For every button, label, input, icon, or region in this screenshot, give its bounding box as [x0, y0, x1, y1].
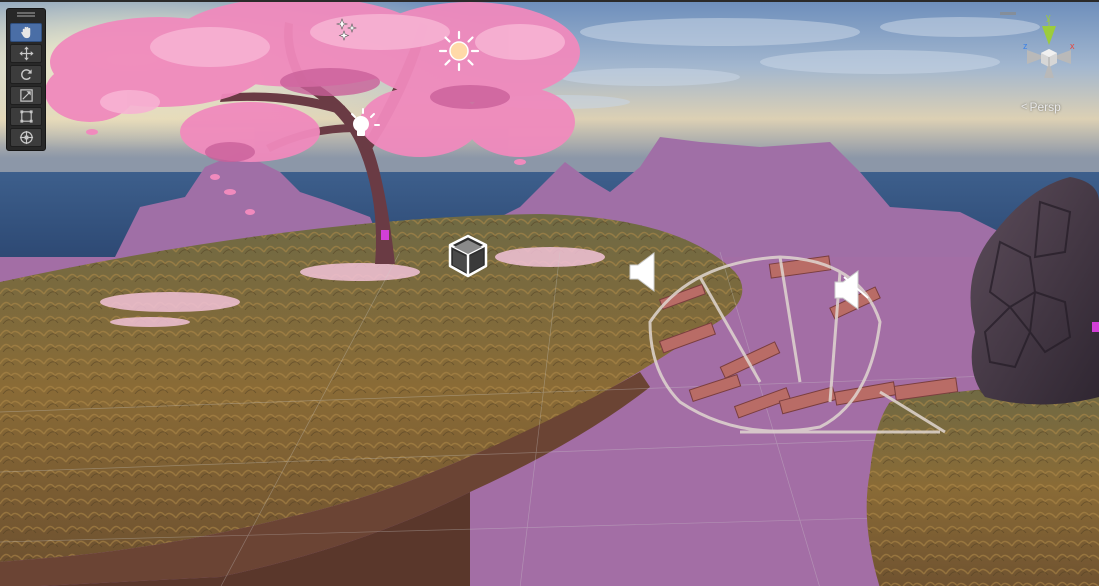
gizmo-y-axis-cone	[1042, 26, 1056, 45]
hand-tool-button[interactable]	[10, 23, 42, 42]
audio-source-icon[interactable]	[626, 250, 658, 294]
move-tool-button[interactable]	[10, 44, 42, 63]
rect-tool-button[interactable]	[10, 107, 42, 126]
point-light-icon[interactable]	[346, 108, 380, 142]
transform-icon	[19, 130, 33, 145]
scene-viewport[interactable]: y x z < Persp	[0, 0, 1099, 586]
rotate-icon	[20, 69, 32, 80]
rotate-tool-button[interactable]	[10, 65, 42, 84]
hand-icon	[20, 26, 30, 39]
scale-icon	[19, 89, 33, 102]
projection-toggle[interactable]: < Persp	[1021, 100, 1061, 114]
move-icon	[18, 46, 34, 61]
scale-tool-button[interactable]	[10, 86, 42, 105]
directional-light-icon[interactable]	[438, 30, 480, 72]
gizmo-z-label: z	[1023, 41, 1028, 51]
orientation-gizmo[interactable]: y x z	[1014, 12, 1084, 92]
transform-tool-button[interactable]	[10, 128, 42, 147]
prefab-cube-icon[interactable]	[446, 233, 490, 279]
gizmo-x-label: x	[1070, 41, 1075, 51]
gizmo-y-label: y	[1046, 12, 1051, 22]
rect-transform-icon	[19, 110, 33, 123]
projection-label: Persp	[1029, 100, 1061, 114]
tool-palette	[6, 8, 46, 151]
audio-source-icon[interactable]	[832, 268, 870, 312]
scene-render[interactable]	[0, 2, 1099, 586]
chevron-left-icon: <	[1021, 101, 1028, 113]
particle-system-icon[interactable]	[334, 16, 360, 42]
tool-palette-grip[interactable]	[7, 11, 45, 21]
